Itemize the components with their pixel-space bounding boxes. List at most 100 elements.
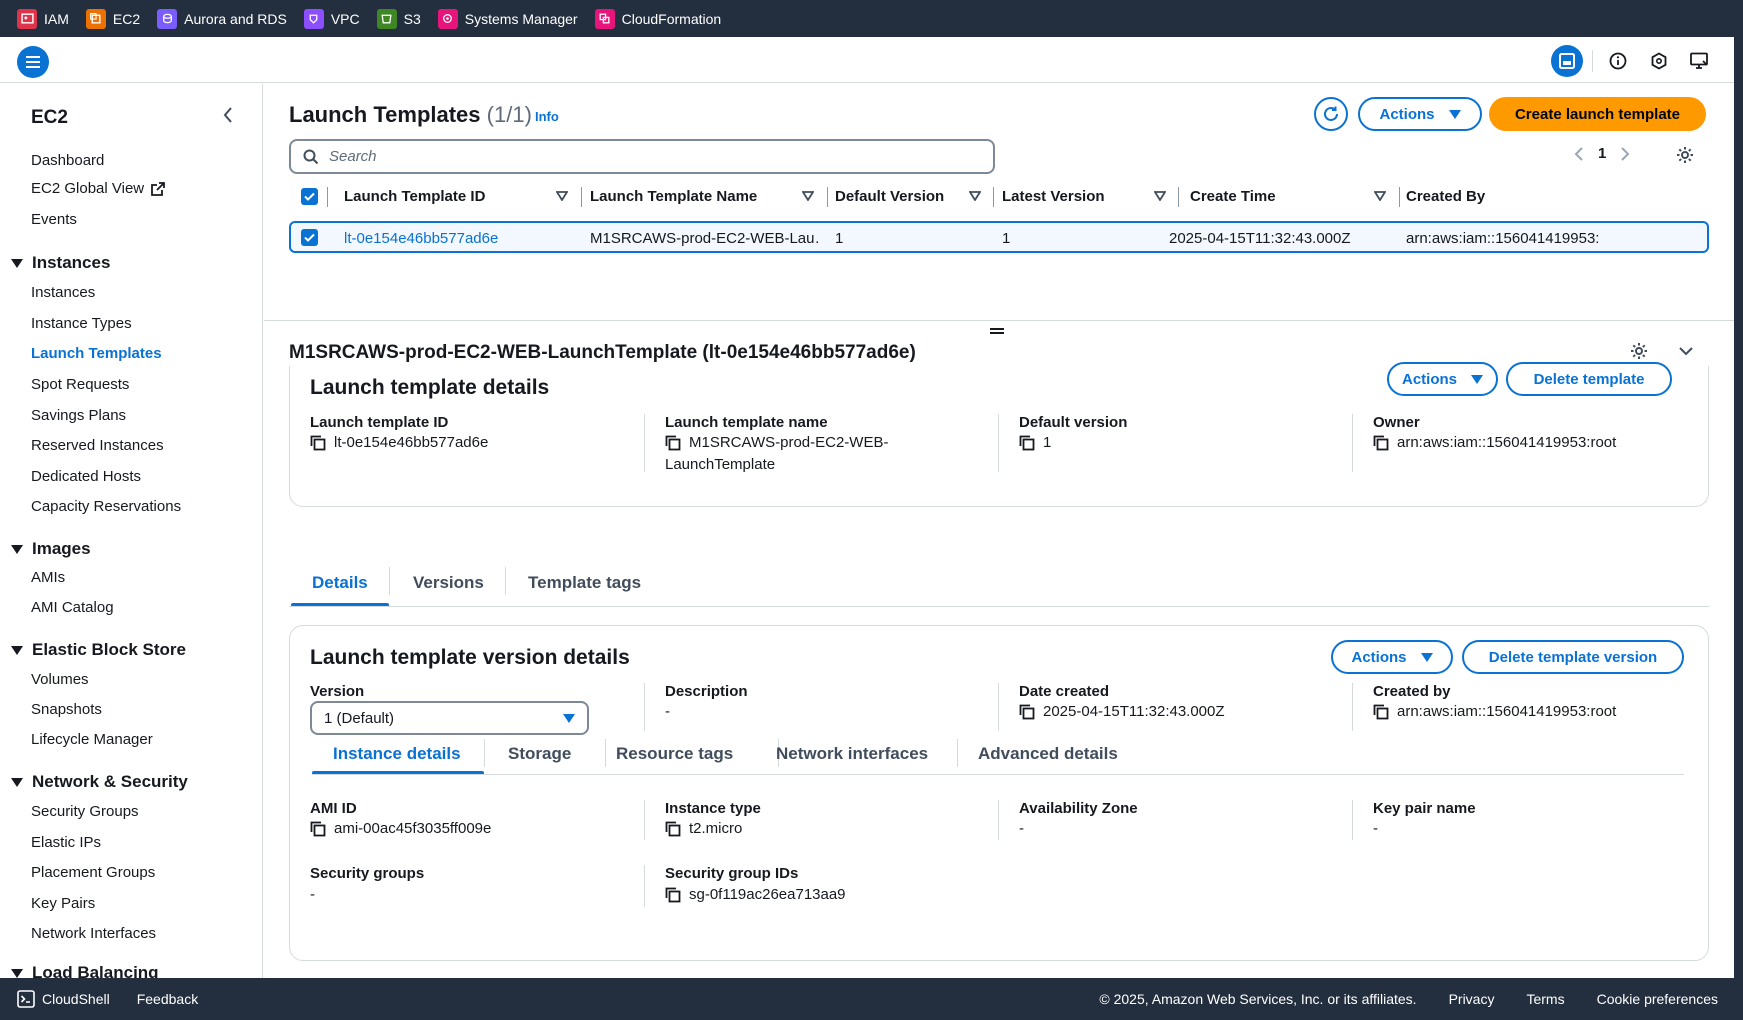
chevron-left-icon[interactable]	[1574, 146, 1584, 162]
copy-icon[interactable]	[1373, 435, 1389, 451]
sidebar-item-instances[interactable]: Instances	[31, 284, 95, 301]
info-link[interactable]: Info	[535, 109, 559, 124]
sidebar-section-ebs[interactable]: Elastic Block Store	[11, 640, 186, 660]
sidebar-item-elastic-ips[interactable]: Elastic IPs	[31, 834, 101, 851]
sidebar-item-global-view[interactable]: EC2 Global View	[31, 180, 166, 197]
copy-icon[interactable]	[310, 435, 326, 451]
table-preferences-button[interactable]	[1676, 146, 1694, 169]
split-panel-toggle-button[interactable]	[1551, 45, 1583, 77]
service-s3[interactable]: S3	[376, 8, 421, 29]
subtab-instance-details[interactable]: Instance details	[333, 744, 461, 764]
sidebar-item-snapshots[interactable]: Snapshots	[31, 701, 102, 718]
sidebar-item-placement-groups[interactable]: Placement Groups	[31, 864, 155, 881]
column-header-default-version[interactable]: Default Version	[835, 188, 944, 205]
copy-icon[interactable]	[665, 435, 681, 451]
select-all-checkbox[interactable]	[301, 188, 318, 205]
page-scrollbar[interactable]	[1734, 0, 1743, 1020]
sidebar-section-network-security[interactable]: Network & Security	[11, 772, 188, 792]
copy-icon[interactable]	[665, 821, 681, 837]
copy-icon[interactable]	[1373, 704, 1389, 720]
sort-icon[interactable]	[802, 191, 814, 201]
info-panel-button[interactable]	[1602, 45, 1634, 77]
sidebar-collapse-button[interactable]	[222, 106, 238, 126]
split-panel-collapse-button[interactable]	[1678, 344, 1694, 362]
sidebar-item-dashboard[interactable]: Dashboard	[31, 152, 104, 169]
column-divider[interactable]	[1399, 187, 1400, 207]
sort-icon[interactable]	[1154, 191, 1166, 201]
security-panel-button[interactable]	[1643, 45, 1675, 77]
column-header-name[interactable]: Launch Template Name	[590, 188, 757, 205]
search-field[interactable]	[289, 139, 995, 174]
tab-versions[interactable]: Versions	[413, 573, 484, 593]
chevron-right-icon[interactable]	[1620, 146, 1630, 162]
sidebar-item-ami-catalog[interactable]: AMI Catalog	[31, 599, 114, 616]
search-input[interactable]	[329, 148, 929, 165]
privacy-link[interactable]: Privacy	[1449, 991, 1495, 1007]
sidebar-item-savings-plans[interactable]: Savings Plans	[31, 407, 126, 424]
service-ec2[interactable]: EC2	[85, 8, 140, 29]
page-number[interactable]: 1	[1598, 145, 1606, 162]
tab-details[interactable]: Details	[312, 573, 368, 593]
sidebar-section-load-balancing[interactable]: Load Balancing	[11, 963, 159, 978]
column-divider[interactable]	[1178, 187, 1179, 207]
service-iam[interactable]: IAM	[17, 8, 69, 29]
sidebar-item-spot-requests[interactable]: Spot Requests	[31, 376, 129, 393]
delete-template-button[interactable]: Delete template	[1506, 362, 1672, 396]
sidebar-item-volumes[interactable]: Volumes	[31, 671, 89, 688]
service-aurora-rds[interactable]: Aurora and RDS	[157, 8, 287, 29]
sidebar-item-lifecycle-manager[interactable]: Lifecycle Manager	[31, 731, 153, 748]
sort-icon[interactable]	[1374, 191, 1386, 201]
column-divider[interactable]	[827, 187, 828, 207]
column-header-created-by[interactable]: Created By	[1406, 188, 1485, 205]
row-checkbox[interactable]	[301, 229, 318, 246]
create-launch-template-button[interactable]: Create launch template	[1489, 97, 1706, 131]
copy-icon[interactable]	[1019, 704, 1035, 720]
sidebar-section-images[interactable]: Images	[11, 539, 91, 559]
column-divider[interactable]	[581, 187, 582, 207]
service-systems-manager[interactable]: Systems Manager	[437, 8, 578, 29]
terms-link[interactable]: Terms	[1526, 991, 1564, 1007]
column-divider[interactable]	[993, 187, 994, 207]
sidebar-item-security-groups[interactable]: Security Groups	[31, 803, 139, 820]
sort-icon[interactable]	[969, 191, 981, 201]
column-header-id[interactable]: Launch Template ID	[344, 188, 485, 205]
subtab-storage[interactable]: Storage	[508, 744, 571, 764]
sidebar-item-launch-templates[interactable]: Launch Templates	[31, 345, 162, 362]
service-cloudformation[interactable]: CloudFormation	[594, 8, 721, 29]
sidebar-item-network-interfaces[interactable]: Network Interfaces	[31, 925, 156, 942]
sort-icon[interactable]	[556, 191, 568, 201]
column-header-create-time[interactable]: Create Time	[1190, 188, 1276, 205]
column-header-latest-version[interactable]: Latest Version	[1002, 188, 1105, 205]
actions-dropdown-button[interactable]: Actions	[1358, 97, 1482, 131]
copy-icon[interactable]	[1019, 435, 1035, 451]
display-settings-button[interactable]	[1684, 45, 1716, 77]
template-id-link[interactable]: lt-0e154e46bb577ad6e	[344, 230, 498, 247]
sidebar-item-capacity-reservations[interactable]: Capacity Reservations	[31, 498, 181, 515]
split-panel-resize-handle[interactable]	[990, 328, 1004, 334]
sidebar-item-amis[interactable]: AMIs	[31, 569, 65, 586]
copy-icon[interactable]	[665, 887, 681, 903]
service-vpc[interactable]: VPC	[303, 8, 360, 29]
refresh-button[interactable]	[1314, 97, 1348, 131]
subtab-advanced-details[interactable]: Advanced details	[978, 744, 1118, 764]
tab-template-tags[interactable]: Template tags	[528, 573, 641, 593]
sidebar-item-dedicated-hosts[interactable]: Dedicated Hosts	[31, 468, 141, 485]
template-actions-button[interactable]: Actions	[1387, 362, 1498, 396]
cloudshell-button[interactable]: CloudShell	[17, 990, 110, 1008]
table-row[interactable]: lt-0e154e46bb577ad6e M1SRCAWS-prod-EC2-W…	[289, 221, 1709, 253]
version-actions-button[interactable]: Actions	[1331, 640, 1453, 674]
version-select[interactable]: 1 (Default)	[310, 701, 589, 735]
menu-toggle-button[interactable]	[17, 46, 49, 78]
feedback-link[interactable]: Feedback	[137, 991, 198, 1007]
sidebar-item-instance-types[interactable]: Instance Types	[31, 315, 132, 332]
sidebar-item-reserved-instances[interactable]: Reserved Instances	[31, 437, 164, 454]
sidebar-item-key-pairs[interactable]: Key Pairs	[31, 895, 95, 912]
subtab-resource-tags[interactable]: Resource tags	[616, 744, 733, 764]
delete-template-version-button[interactable]: Delete template version	[1462, 640, 1684, 674]
copy-icon[interactable]	[310, 821, 326, 837]
subtab-network-interfaces[interactable]: Network interfaces	[776, 744, 928, 764]
sidebar-section-instances[interactable]: Instances	[11, 253, 110, 273]
sidebar-title[interactable]: EC2	[31, 107, 68, 129]
sidebar-item-events[interactable]: Events	[31, 211, 77, 228]
cookie-preferences-link[interactable]: Cookie preferences	[1597, 991, 1718, 1007]
